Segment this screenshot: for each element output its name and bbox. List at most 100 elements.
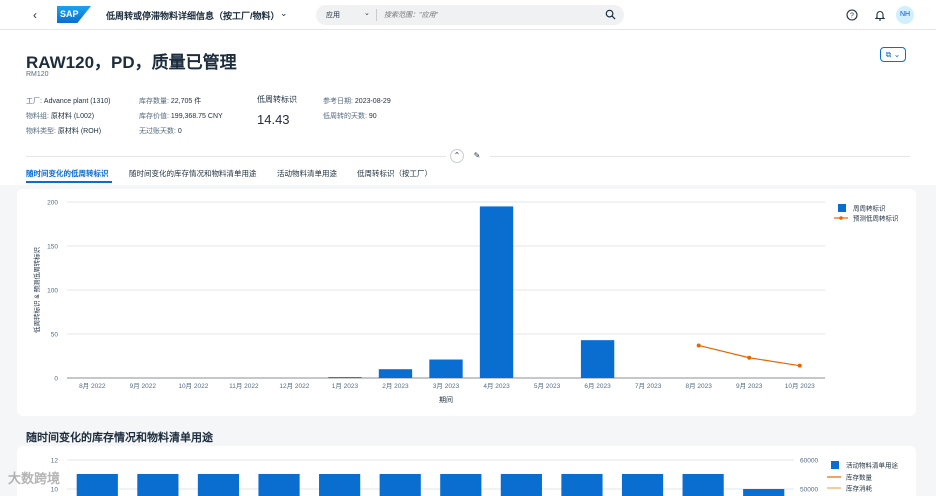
series-line (698, 344, 800, 367)
page-title: RAW120，PD，质量已管理 (26, 53, 237, 72)
tab-stock-and-bom-over-time[interactable]: 随时间变化的库存情况和物料清单用途 (129, 168, 257, 179)
attr-stock-value: 库存价值: 199,368.75 CNY (139, 113, 223, 120)
pin-icon: ✎ (473, 151, 481, 160)
x-tick-label: 3月 2023 (433, 382, 460, 390)
bar (328, 377, 362, 378)
legend-label: 周周转标识 (853, 204, 886, 213)
bar (197, 474, 240, 496)
y2-tick-label: 50000 (800, 487, 818, 494)
kpi-label: 低周转标识 (257, 95, 297, 104)
x-tick-label: 8月 2022 (79, 382, 106, 390)
x-tick-label: 10月 2022 (178, 382, 208, 390)
watermark: 大数跨境 (8, 471, 61, 486)
page-subtitle: RM120 (26, 71, 49, 78)
legend-swatch (831, 461, 839, 469)
bar (500, 474, 542, 496)
y-tick-label: 150 (47, 244, 58, 251)
attr-material-type: 物料类型: 原材料 (ROH) (26, 128, 102, 135)
stock-bom-chart: 12 10 60000 50000 活动物料清单用途库存数量库存消耗 (51, 458, 899, 496)
chevron-up-icon: ⌃ (453, 151, 461, 160)
search-divider (376, 9, 377, 21)
bar (621, 474, 664, 496)
y-tick-label: 10 (51, 487, 59, 494)
shell-bar: ‹ SAP 低周转或停滞物料详细信息（按工厂/物料） ⌄ 应用 ⌄ ? NH (0, 0, 936, 30)
legend-label: 活动物料清单用途 (846, 461, 899, 470)
help-icon[interactable]: ? (846, 9, 858, 21)
bar (682, 474, 724, 496)
bar (561, 474, 603, 496)
bar (258, 474, 300, 496)
x-tick-label: 12月 2022 (279, 382, 309, 390)
avatar[interactable]: NH (896, 6, 914, 24)
y-tick-label: 200 (47, 200, 58, 207)
x-axis-title: 期间 (439, 396, 453, 404)
low-turnover-chart: 0 50 100 150 200 8月 2022 9月 2022 10月 2022 11月 20… (32, 200, 899, 405)
object-header: RAW120，PD，质量已管理 RM120 ⧉ ⌄ 工厂: Advance pl… (0, 30, 936, 185)
x-tick-label: 10月 2023 (785, 382, 815, 390)
sap-logo[interactable]: SAP (57, 6, 91, 23)
x-tick-label: 11月 2022 (229, 382, 259, 390)
legend-label: 预测低周转标识 (853, 214, 899, 223)
bar (440, 474, 482, 496)
attr-low-turnover-days: 低周转的天数: 90 (323, 113, 377, 120)
legend-swatch (838, 204, 846, 212)
tab-selected-indicator (26, 181, 112, 183)
app-title[interactable]: 低周转或停滞物料详细信息（按工厂/物料） (106, 9, 280, 22)
header-divider (490, 156, 910, 157)
bar (429, 359, 463, 378)
bar (319, 474, 361, 496)
chart-card: 0 50 100 150 200 8月 2022 9月 2022 10月 2022 11月 20… (17, 189, 916, 416)
collapse-header-button[interactable]: ⌃ (450, 149, 464, 163)
y-axis-title: 低周转标识 & 预测低周转标识 (32, 247, 41, 333)
search-input[interactable] (384, 8, 604, 22)
header-divider (26, 156, 446, 157)
kpi-value: 14.43 (257, 112, 290, 127)
back-icon[interactable]: ‹ (33, 8, 37, 22)
bar (76, 474, 118, 496)
y-tick-label: 50 (51, 332, 59, 339)
search-bar: 应用 ⌄ (316, 5, 624, 25)
x-tick-label: 1月 2023 (332, 382, 359, 390)
share-button[interactable]: ⧉ ⌄ (880, 47, 906, 62)
tab-active-bom-usage[interactable]: 活动物料清单用途 (277, 168, 337, 179)
svg-text:?: ? (850, 13, 854, 20)
bell-icon[interactable] (874, 9, 886, 21)
x-tick-label: 6月 2023 (584, 382, 611, 390)
y-tick-label: 0 (54, 376, 58, 383)
legend-label: 库存数量 (846, 473, 873, 482)
x-tick-label: 2月 2023 (382, 382, 409, 390)
section-title: 随时间变化的库存情况和物料清单用途 (26, 432, 213, 444)
pin-header-button[interactable]: ✎ (470, 149, 484, 163)
chevron-down-icon[interactable]: ⌄ (280, 8, 288, 19)
y2-tick-label: 60000 (800, 458, 818, 465)
legend-label: 库存消耗 (846, 484, 873, 493)
x-tick-label: 8月 2023 (685, 382, 712, 390)
search-icon[interactable] (605, 9, 616, 20)
bar (580, 340, 615, 378)
x-tick-label: 4月 2023 (483, 382, 510, 390)
y-tick-label: 12 (51, 458, 59, 465)
tab-low-turnover-by-plant[interactable]: 低周转标识（按工厂） (357, 168, 432, 179)
search-scope[interactable]: 应用 (326, 10, 340, 20)
bar (378, 369, 413, 378)
bar (479, 206, 514, 378)
x-tick-label: 5月 2023 (534, 382, 561, 390)
attr-plant: 工厂: Advance plant (1310) (26, 98, 111, 105)
tab-low-turnover-over-time[interactable]: 随时间变化的低周转标识 (26, 168, 109, 179)
attr-material-group: 物料组: 原材料 (L002) (26, 113, 95, 120)
line-point (747, 355, 752, 360)
line-point (696, 343, 701, 348)
x-tick-label: 9月 2023 (736, 382, 763, 390)
share-icon: ⧉ ⌄ (885, 50, 901, 59)
attr-stock-qty: 库存数量: 22,705 件 (139, 98, 202, 105)
line-point (797, 363, 802, 368)
x-tick-label: 7月 2023 (635, 382, 662, 390)
attr-no-consumption-days: 无过账天数: 0 (139, 128, 182, 135)
attr-reference-date: 参考日期: 2023-08-29 (323, 98, 391, 105)
chart-card-2: 12 10 60000 50000 活动物料清单用途 库存数量库存消耗 (17, 446, 916, 496)
bar (137, 474, 179, 496)
bar (379, 474, 421, 496)
y-tick-label: 100 (47, 288, 58, 295)
chevron-down-icon[interactable]: ⌄ (364, 9, 370, 17)
x-tick-label: 9月 2022 (130, 382, 157, 390)
